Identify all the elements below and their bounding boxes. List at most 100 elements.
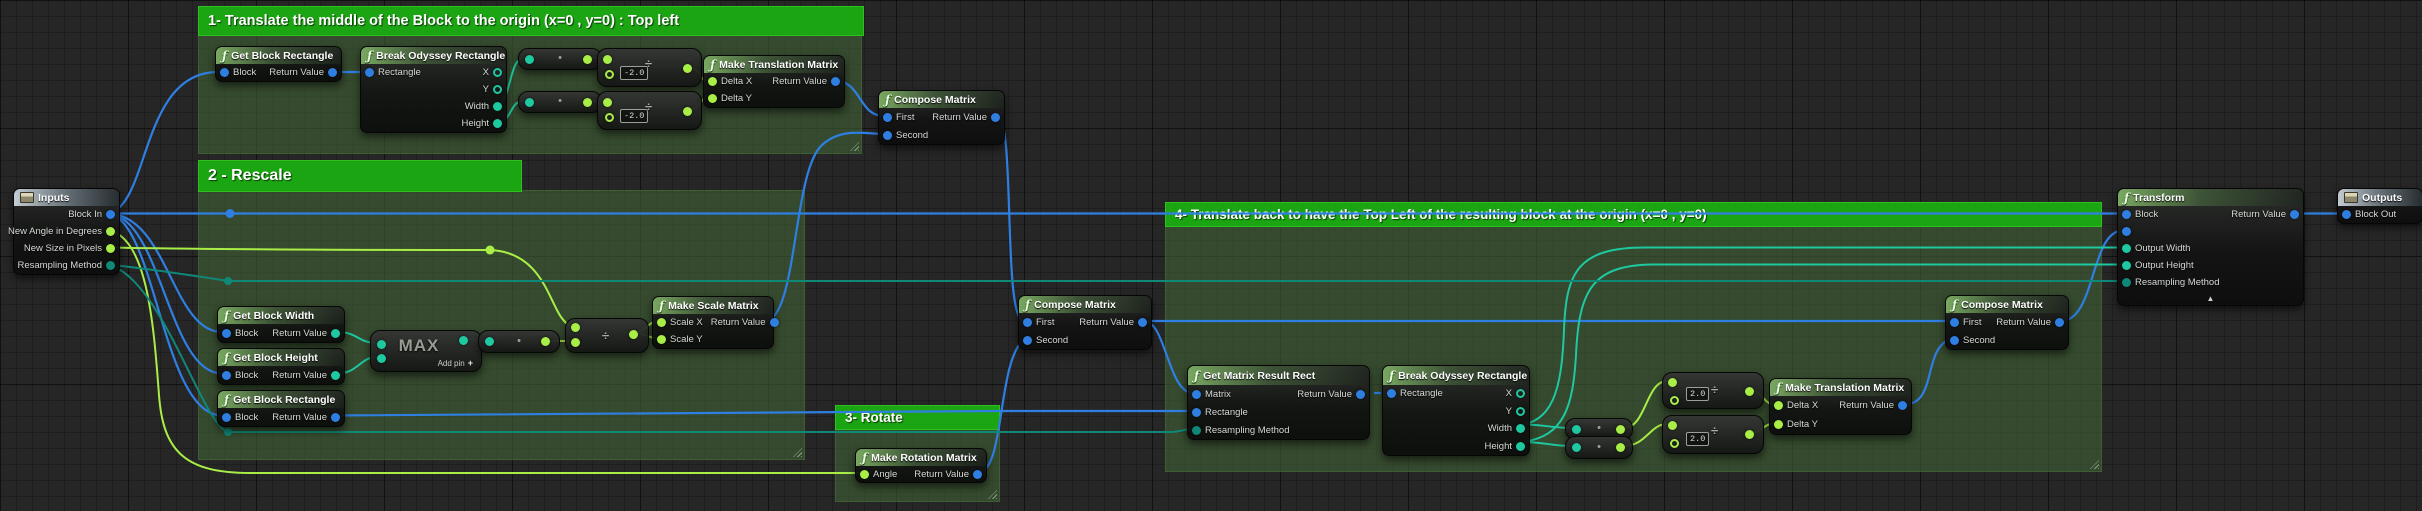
pin-rectangle[interactable]: [365, 68, 374, 77]
pin-out[interactable]: [1616, 443, 1625, 452]
pin-output-width[interactable]: [2122, 244, 2131, 253]
pin-rectangle[interactable]: [1387, 389, 1396, 399]
pin-return-value[interactable]: [2055, 317, 2064, 327]
pin-second[interactable]: [883, 130, 892, 140]
pin-out[interactable]: [683, 63, 692, 73]
node-get-block-rectangle-2[interactable]: ƒ Get Block Rectangle Block Return Value: [217, 390, 345, 427]
pin-y[interactable]: [1516, 406, 1525, 416]
node-compose-matrix-1[interactable]: ƒ Compose Matrix First Return Value Second: [878, 90, 1005, 145]
pin-dividend[interactable]: [1668, 377, 1677, 387]
pin-scale-y[interactable]: [657, 335, 666, 344]
node-transform[interactable]: ƒ Transform Block Return Value Output Widt…: [2117, 188, 2304, 306]
pin-height[interactable]: [1516, 441, 1525, 451]
pin-out[interactable]: [541, 337, 550, 346]
node-int-to-float-1[interactable]: •: [518, 48, 602, 70]
pin-resampling-method[interactable]: [1192, 425, 1201, 435]
node-make-translation-matrix-1[interactable]: ƒ Make Translation Matrix Delta X Return V…: [703, 55, 845, 108]
node-make-rotation-matrix[interactable]: ƒ Make Rotation Matrix Angle Return Value: [855, 448, 987, 483]
pin-y[interactable]: [493, 85, 502, 94]
divisor-value-input[interactable]: 2.0: [1686, 432, 1710, 446]
pin-return-value[interactable]: [1898, 401, 1907, 410]
node-int-to-float-3[interactable]: •: [478, 330, 560, 353]
node-divide-scale[interactable]: ÷: [565, 318, 649, 353]
pin-divisor[interactable]: [605, 113, 614, 122]
pin-divisor[interactable]: [1670, 396, 1679, 405]
pin-delta-y[interactable]: [1774, 420, 1783, 429]
pin-in[interactable]: [525, 54, 534, 64]
pin-out[interactable]: [583, 54, 592, 64]
pin-out[interactable]: [629, 329, 638, 339]
pin-scale-x[interactable]: [657, 318, 666, 327]
pin-first[interactable]: [1950, 317, 1959, 327]
pin-return-value[interactable]: [331, 328, 340, 338]
node-divide-4[interactable]: 2.0 ÷: [1662, 415, 1764, 454]
node-get-block-width[interactable]: ƒ Get Block Width Block Return Value: [217, 306, 345, 343]
pin-second[interactable]: [1950, 335, 1959, 345]
pin-new-size-in-pixels[interactable]: [106, 244, 115, 253]
node-int-to-float-5[interactable]: •: [1565, 436, 1633, 459]
pin-first[interactable]: [883, 112, 892, 122]
pin-return-value[interactable]: [2290, 210, 2299, 219]
pin-out[interactable]: [1745, 386, 1754, 396]
pin-block[interactable]: [222, 412, 231, 422]
node-make-translation-matrix-2[interactable]: ƒ Make Translation Matrix Delta X Return V…: [1769, 378, 1912, 435]
pin-out[interactable]: [683, 106, 692, 116]
pin-return-value[interactable]: [1138, 317, 1147, 327]
pin-divisor[interactable]: [1670, 439, 1679, 448]
pin-resampling-method[interactable]: [106, 261, 115, 270]
pin-out[interactable]: [1616, 424, 1625, 434]
node-divide-3[interactable]: 2.0 ÷: [1662, 372, 1764, 409]
node-outputs[interactable]: Outputs Block Out: [2337, 188, 2422, 224]
pin-x[interactable]: [1516, 389, 1525, 399]
pin-height[interactable]: [493, 119, 502, 128]
pin-in[interactable]: [1572, 424, 1581, 434]
pin-transform[interactable]: [2122, 227, 2131, 236]
node-int-to-float-2[interactable]: •: [518, 91, 602, 113]
pin-divisor[interactable]: [571, 337, 580, 347]
pin-return-value[interactable]: [328, 68, 337, 77]
pin-delta-x[interactable]: [1774, 401, 1783, 410]
node-make-scale-matrix[interactable]: ƒ Make Scale Matrix Scale X Return Value S…: [652, 296, 779, 349]
pin-resampling-method[interactable]: [2122, 278, 2131, 287]
pin-output-height[interactable]: [2122, 261, 2131, 270]
pin-return-value[interactable]: [831, 77, 840, 86]
pin-divisor[interactable]: [605, 70, 614, 79]
pin-delta-y[interactable]: [708, 94, 717, 103]
node-get-matrix-result-rect[interactable]: ƒ Get Matrix Result Rect Matrix Return Val…: [1187, 365, 1370, 440]
pin-return-value[interactable]: [769, 318, 779, 327]
collapse-arrow-icon[interactable]: ▲: [2207, 295, 2215, 303]
pin-return-value[interactable]: [991, 112, 1000, 122]
add-pin-button[interactable]: Add pin +: [438, 358, 473, 368]
pin-width[interactable]: [1516, 424, 1525, 434]
pin-block[interactable]: [2122, 210, 2131, 219]
pin-in[interactable]: [485, 337, 494, 346]
pin-delta-x[interactable]: [708, 77, 717, 86]
pin-dividend[interactable]: [603, 54, 612, 64]
pin-new-angle-in-degrees[interactable]: [106, 227, 115, 236]
pin-out[interactable]: [1745, 429, 1754, 439]
pin-dividend[interactable]: [571, 322, 580, 332]
pin-return-value[interactable]: [331, 370, 340, 380]
pin-in[interactable]: [525, 97, 534, 107]
pin-second[interactable]: [1023, 335, 1032, 345]
node-divide-2[interactable]: -2.0 ÷: [597, 91, 702, 130]
blueprint-canvas[interactable]: 1- Translate the middle of the Block to …: [0, 0, 2422, 511]
pin-in[interactable]: [1572, 443, 1581, 452]
pin-block[interactable]: [222, 370, 231, 380]
node-break-odyssey-rectangle-1[interactable]: ƒ Break Odyssey Rectangle Rectangle X Y Wi…: [360, 46, 507, 133]
pin-dividend[interactable]: [1668, 420, 1677, 430]
node-inputs[interactable]: Inputs Block In New Angle in Degrees New…: [8, 188, 120, 275]
pin-return-value[interactable]: [1356, 389, 1365, 399]
pin-out[interactable]: [583, 97, 592, 107]
pin-block-in[interactable]: [106, 210, 115, 219]
pin-x[interactable]: [493, 68, 502, 77]
pin-angle[interactable]: [860, 469, 869, 479]
pin-first[interactable]: [1023, 317, 1032, 327]
pin-rectangle[interactable]: [1192, 407, 1201, 417]
pin-width[interactable]: [493, 102, 502, 111]
pin-return-value[interactable]: [973, 469, 982, 479]
pin-matrix[interactable]: [1192, 389, 1201, 399]
node-get-block-rectangle-1[interactable]: ƒ Get Block Rectangle Block Return Value: [215, 46, 342, 82]
node-compose-matrix-2[interactable]: ƒ Compose Matrix First Return Value Second: [1018, 295, 1152, 350]
pin-block[interactable]: [222, 328, 231, 338]
